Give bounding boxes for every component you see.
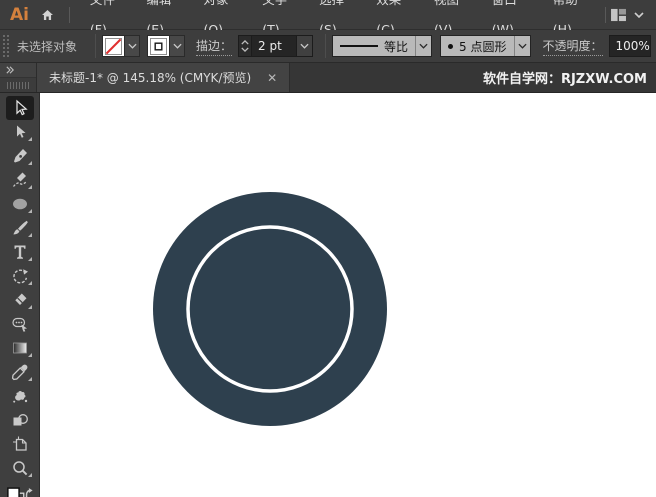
stroke-profile-value: 等比 [384,38,408,55]
direct-selection-arrow-icon [11,123,29,141]
paintbrush-tool[interactable] [6,216,34,240]
document-tab-bar: 未标题-1* @ 145.18% (CMYK/预览) ✕ 软件自学网：RJZXW… [0,63,656,93]
direct-selection-tool[interactable] [6,120,34,144]
eyedropper-icon [11,363,29,381]
fill-none-swatch-icon[interactable] [103,36,124,56]
shaper-bubble-icon [11,315,29,333]
zoom-tool[interactable] [6,456,34,480]
workspace-switcher[interactable] [610,8,644,22]
gradient-tool[interactable] [6,336,34,360]
stroke-weight-input[interactable]: 2 pt [251,35,297,57]
tab-close-icon[interactable]: ✕ [267,71,277,85]
opacity-input[interactable]: 100% [609,35,651,57]
toolbar-header [0,63,37,92]
paintbrush-icon [11,219,29,237]
separator [605,7,606,23]
separator [69,7,70,23]
stepper-down-icon [241,47,249,52]
stroke-swatch-icon[interactable] [148,36,169,56]
chevron-down-icon[interactable] [124,36,139,56]
stroke-weight-dropdown[interactable] [297,35,313,57]
rotate-arrow-icon [11,267,29,285]
toolbar-expand-button[interactable] [0,63,36,78]
opacity-panel-link[interactable]: 不透明度： [543,37,603,56]
stroke-weight-stepper[interactable] [238,35,251,57]
ellipse-tool[interactable] [6,192,34,216]
separator [95,34,96,58]
selection-tool[interactable] [6,96,34,120]
pen-tool[interactable] [6,144,34,168]
chevron-down-icon[interactable] [415,36,431,56]
fill-stroke-proxy[interactable] [6,484,34,497]
watermark-text: 软件自学网：RJZXW.COM [483,63,656,92]
symbol-sprayer-tool[interactable] [6,384,34,408]
shaper-tool[interactable] [6,312,34,336]
stroke-color-dropdown[interactable] [147,35,185,57]
eyedropper-tool[interactable] [6,360,34,384]
type-T-icon [11,243,29,261]
chevron-down-icon [634,12,644,18]
document-tab[interactable]: 未标题-1* @ 145.18% (CMYK/预览) ✕ [37,63,290,92]
splatter-icon [11,387,29,405]
fill-stroke-swap-icon [6,486,34,497]
curvature-pen-icon [11,171,29,189]
rotate-tool[interactable] [6,264,34,288]
illustrator-window: Ai 文件(F) 编辑(E) 对象(O) 文字(T) 选择(S) 效果(C) 视… [0,0,656,497]
shape-builder-tool[interactable] [6,408,34,432]
stroke-profile-preview-icon [340,45,378,47]
chevron-down-icon [300,43,309,49]
toolbar-drag-grip[interactable] [0,78,36,92]
artboard-canvas[interactable] [40,93,656,497]
home-button[interactable] [40,8,55,22]
chevron-down-icon[interactable] [169,36,184,56]
magnifier-icon [11,459,29,477]
artboard-tool[interactable] [6,432,34,456]
main-area [0,93,656,497]
workspace-layout-icon [610,8,627,22]
chevron-down-icon[interactable] [514,36,530,56]
home-icon [40,8,55,22]
stepper-up-icon [241,40,249,45]
menu-bar: Ai 文件(F) 编辑(E) 对象(O) 文字(T) 选择(S) 效果(C) 视… [0,0,656,30]
curvature-tool[interactable] [6,168,34,192]
shape-builder-icon [11,411,29,429]
artboard-icon [11,435,29,453]
eraser-icon [11,291,29,309]
ellipse-icon [11,195,29,213]
selection-arrow-icon [11,99,29,117]
type-tool[interactable] [6,240,34,264]
app-logo[interactable]: Ai [10,5,29,25]
brush-definition-dropdown[interactable]: 5 点圆形 [440,35,530,57]
brush-value: 5 点圆形 [459,38,506,55]
stroke-profile-dropdown[interactable]: 等比 [332,35,432,57]
stroke-panel-link[interactable]: 描边： [196,37,232,56]
pen-nib-icon [11,147,29,165]
double-chevron-right-icon [5,66,15,74]
control-bar: 未选择对象 描边： 2 pt [0,30,656,63]
fill-color-dropdown[interactable] [102,35,140,57]
document-tab-title: 未标题-1* @ 145.18% (CMYK/预览) [49,69,251,86]
artwork [40,93,655,496]
brush-preview-dot-icon [448,44,453,49]
selection-status: 未选择对象 [17,38,77,55]
gradient-square-icon [11,339,29,357]
panel-grip[interactable] [3,35,9,57]
separator [325,34,326,58]
tools-panel [0,93,40,497]
eraser-tool[interactable] [6,288,34,312]
